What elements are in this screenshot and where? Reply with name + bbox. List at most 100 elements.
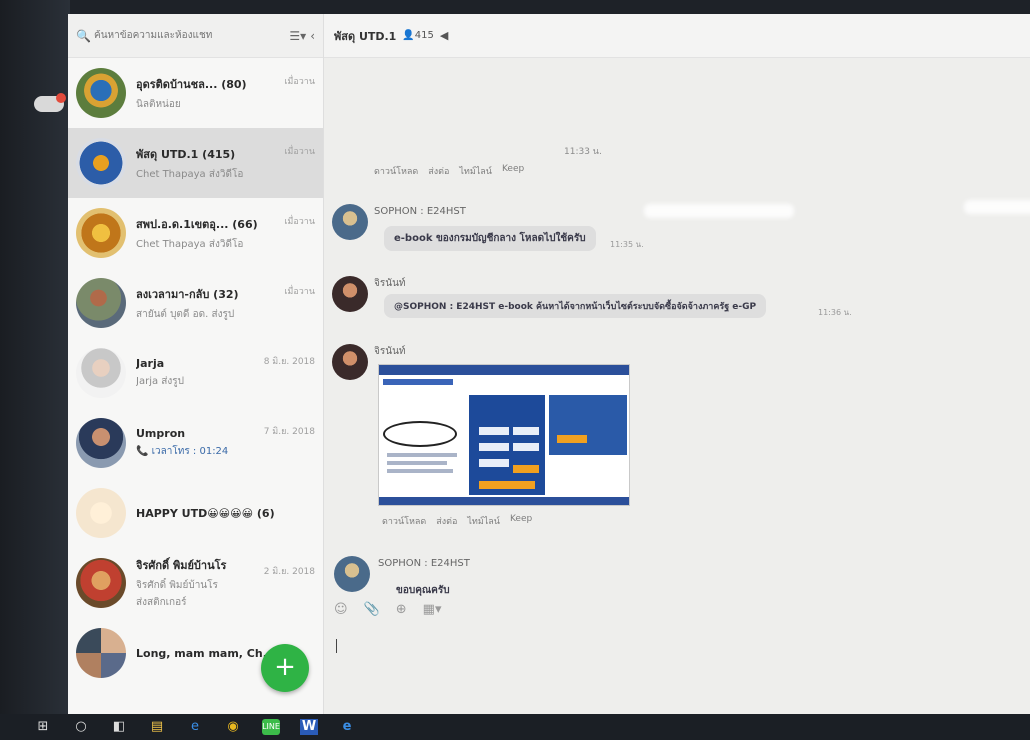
chat-preview-line2: ส่งสติกเกอร์ bbox=[136, 597, 187, 608]
chat-item[interactable]: สพป.อ.ด.1เขตอุ... (66) Chet Thapaya ส่งว… bbox=[68, 198, 323, 268]
chat-preview: นิลติหน่อย bbox=[136, 98, 181, 110]
chat-name: Long, mam mam, Ch... bbox=[136, 646, 266, 660]
chat-name: HAPPY UTD😀😀😀😀 (6) bbox=[136, 506, 275, 520]
search-bar: 🔍 ☰▾ ‹ bbox=[68, 14, 323, 58]
timeline-link[interactable]: ไทม์ไลน์ bbox=[467, 514, 500, 528]
chat-name: พัสดุ UTD.1 (415) bbox=[136, 147, 236, 161]
chat-item[interactable]: ลงเวลามา-กลับ (32) สายันต์ บุตดี อด. ส่ง… bbox=[68, 268, 323, 338]
collapse-chevron-icon[interactable]: ‹ bbox=[310, 29, 315, 43]
chat-preview: จิรศักดิ์ พิมย์บ้านโร bbox=[136, 580, 218, 591]
chat-name: อุดรติดบ้านชล... (80) bbox=[136, 77, 247, 91]
chat-avatar bbox=[76, 628, 126, 678]
message-bubble[interactable]: @SOPHON : E24HST e-book ค้นหาได้จากหน้าเ… bbox=[384, 294, 767, 318]
notification-badge[interactable] bbox=[34, 93, 66, 112]
chat-name: จิรศักดิ์ พิมย์บ้านโร bbox=[136, 559, 227, 572]
chat-avatar bbox=[76, 348, 126, 398]
chrome-icon[interactable]: ◉ bbox=[224, 719, 242, 735]
more-icon[interactable]: ▦▾ bbox=[423, 602, 442, 617]
message-time: 11:36 น. bbox=[818, 308, 852, 317]
chat-preview: สายันต์ บุตดี อด. ส่งรูป bbox=[136, 308, 235, 320]
message-time: 11:33 น. bbox=[564, 147, 602, 157]
chat-time: เมื่อวาน bbox=[284, 77, 315, 87]
emoji-icon[interactable]: ☺ bbox=[334, 602, 348, 617]
word-icon[interactable]: W bbox=[300, 719, 318, 735]
sender-avatar[interactable] bbox=[332, 204, 368, 240]
download-link[interactable]: ดาวน์โหลด bbox=[382, 514, 426, 528]
attach-icon[interactable]: 📎 bbox=[364, 602, 380, 617]
chat-avatar bbox=[76, 68, 126, 118]
chat-item[interactable]: จิรศักดิ์ พิมย์บ้านโร จิรศักดิ์ พิมย์บ้า… bbox=[68, 548, 323, 618]
sender-avatar[interactable] bbox=[332, 276, 368, 312]
composer-toolbar: ☺ 📎 ⊕ ▦▾ bbox=[334, 602, 441, 617]
ie-icon[interactable]: e bbox=[338, 719, 356, 735]
chat-item[interactable]: HAPPY UTD😀😀😀😀 (6) bbox=[68, 478, 323, 548]
forward-link[interactable]: ส่งต่อ bbox=[428, 164, 449, 178]
chat-list: อุดรติดบ้านชล... (80) นิลติหน่อย เมื่อวา… bbox=[68, 58, 323, 714]
chat-preview: 📞 เวลาโทร : 01:24 bbox=[136, 446, 229, 457]
search-icon[interactable]: 🔍 bbox=[76, 29, 91, 43]
chat-avatar bbox=[76, 138, 126, 188]
chat-item[interactable]: Umpron 📞 เวลาโทร : 01:24 7 มิ.ย. 2018 bbox=[68, 408, 323, 478]
chat-pane: พัสดุ UTD.1 👤415 ◀ 11:33 น. ดาวน์โหลด ส่… bbox=[324, 14, 1030, 714]
download-link[interactable]: ดาวน์โหลด bbox=[374, 164, 418, 178]
message-bubble[interactable]: ขอบคุณครับ bbox=[386, 578, 460, 603]
text-cursor bbox=[336, 639, 337, 653]
search-input[interactable] bbox=[90, 30, 290, 41]
taskview-icon[interactable]: ◧ bbox=[110, 719, 128, 735]
windows-icon[interactable]: ⊞ bbox=[34, 719, 52, 735]
chat-preview: Chet Thapaya ส่งวิดีโอ bbox=[136, 238, 244, 250]
line-icon[interactable]: LINE bbox=[262, 719, 280, 735]
forward-link[interactable]: ส่งต่อ bbox=[436, 514, 457, 528]
photo-frame: 🔍 ☰▾ ‹ อุดรติดบ้านชล... (80) นิลติหน่อย … bbox=[0, 0, 1030, 740]
chat-time: เมื่อวาน bbox=[284, 217, 315, 227]
chat-time: 2 มิ.ย. 2018 bbox=[263, 567, 315, 577]
chat-preview: Jarja ส่งรูป bbox=[136, 376, 184, 387]
chat-avatar bbox=[76, 208, 126, 258]
sender-name: SOPHON : E24HST bbox=[378, 558, 470, 569]
chat-item[interactable]: Jarja Jarja ส่งรูป 8 มิ.ย. 2018 bbox=[68, 338, 323, 408]
message-time: 11:35 น. bbox=[610, 240, 644, 249]
message-bubble[interactable]: e-book ของกรมบัญชีกลาง โหลดไปใช้ครับ bbox=[384, 226, 596, 251]
chat-title: พัสดุ UTD.1 bbox=[334, 29, 397, 43]
chat-avatar bbox=[76, 418, 126, 468]
keep-link[interactable]: Keep bbox=[502, 164, 524, 178]
explorer-icon[interactable]: ▤ bbox=[148, 719, 166, 735]
chat-item-active[interactable]: พัสดุ UTD.1 (415) Chet Thapaya ส่งวิดีโอ… bbox=[68, 128, 323, 198]
chat-time: เมื่อวาน bbox=[284, 147, 315, 157]
chat-avatar bbox=[76, 278, 126, 328]
taskbar: ⊞ ○ ◧ ▤ e ◉ LINE W e bbox=[0, 714, 1030, 740]
chat-name: Jarja bbox=[136, 357, 165, 370]
line-app-window: 🔍 ☰▾ ‹ อุดรติดบ้านชล... (80) นิลติหน่อย … bbox=[68, 14, 1030, 714]
chat-name: สพป.อ.ด.1เขตอุ... (66) bbox=[136, 217, 258, 231]
sender-name: จิรนันท์ bbox=[374, 346, 406, 357]
sender-avatar[interactable] bbox=[334, 556, 370, 592]
timeline-link[interactable]: ไทม์ไลน์ bbox=[459, 164, 492, 178]
chat-name: Umpron bbox=[136, 427, 186, 440]
chat-time: 7 มิ.ย. 2018 bbox=[263, 427, 315, 437]
chat-sidebar: 🔍 ☰▾ ‹ อุดรติดบ้านชล... (80) นิลติหน่อย … bbox=[68, 14, 324, 714]
sender-avatar[interactable] bbox=[332, 344, 368, 380]
message-actions: ดาวน์โหลด ส่งต่อ ไทม์ไลน์ Keep bbox=[374, 164, 524, 178]
speaker-icon[interactable]: ◀ bbox=[440, 29, 448, 42]
chat-name: ลงเวลามา-กลับ (32) bbox=[136, 287, 239, 301]
image-actions: ดาวน์โหลด ส่งต่อ ไทม์ไลน์ Keep bbox=[382, 514, 532, 528]
screenshot-icon[interactable]: ⊕ bbox=[396, 602, 407, 617]
chat-item[interactable]: อุดรติดบ้านชล... (80) นิลติหน่อย เมื่อวา… bbox=[68, 58, 323, 128]
search-icon[interactable]: ○ bbox=[72, 719, 90, 735]
new-chat-button[interactable]: + bbox=[261, 644, 309, 692]
chat-time: เมื่อวาน bbox=[284, 287, 315, 297]
chat-avatar bbox=[76, 558, 126, 608]
edge-icon[interactable]: e bbox=[186, 719, 204, 735]
member-count[interactable]: 👤415 bbox=[402, 30, 434, 41]
sender-name: จิรนันท์ bbox=[374, 278, 406, 289]
chat-preview: Chet Thapaya ส่งวิดีโอ bbox=[136, 168, 244, 180]
chat-header: พัสดุ UTD.1 👤415 ◀ bbox=[324, 14, 1030, 58]
keep-link[interactable]: Keep bbox=[510, 514, 532, 528]
chat-avatar bbox=[76, 488, 126, 538]
menu-icon[interactable]: ☰▾ bbox=[289, 29, 306, 43]
screen-glare bbox=[644, 204, 794, 218]
sender-name: SOPHON : E24HST bbox=[374, 206, 466, 217]
shared-image[interactable] bbox=[378, 364, 630, 506]
screen-glare bbox=[964, 200, 1030, 214]
chat-time: 8 มิ.ย. 2018 bbox=[263, 357, 315, 367]
